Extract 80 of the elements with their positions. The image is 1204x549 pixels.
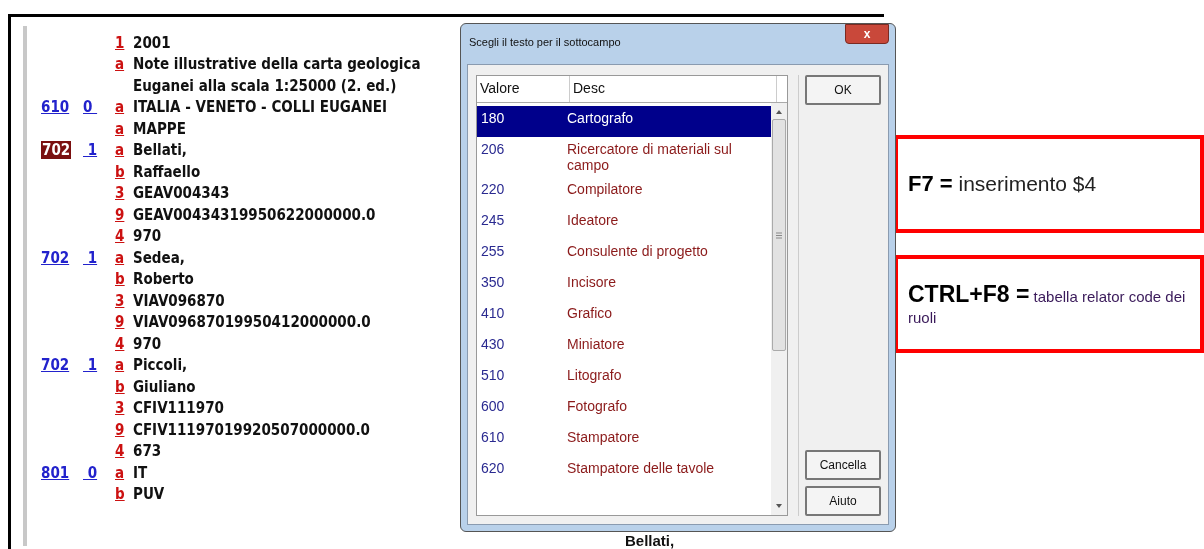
field-text: Note illustrative della carta geologica [133,55,421,74]
field-text: 673 [133,442,162,461]
field-text: Piccoli, [133,356,188,375]
field-text: Euganei alla scala 1:25000 (2. ed.) [133,76,397,95]
list-row[interactable]: 350 Incisore [477,270,771,301]
field-text: IT [133,463,148,482]
scroll-down-icon[interactable] [775,503,783,509]
subfield-code[interactable]: 4 [115,227,125,246]
list-row[interactable]: 180 Cartografo [477,106,771,137]
indicator-link[interactable]: 0 [83,463,98,482]
grip-icon [776,231,782,239]
subfield-code[interactable]: 4 [115,442,125,461]
field-text: Giuliano [133,377,196,396]
field-tag[interactable]: 801 [41,463,70,482]
field-text: VIAV096870 [133,291,225,310]
close-button[interactable]: x [845,24,889,44]
list-row[interactable]: 430 Miniatore [477,332,771,363]
subfield-code[interactable]: 4 [115,334,125,353]
subfield-code[interactable]: 3 [115,399,125,418]
field-tag[interactable]: 702 [41,248,70,267]
field-text: 970 [133,227,162,246]
field-text: 970 [133,334,162,353]
field-text: Sedea, [133,248,185,267]
subfield-code[interactable]: a [115,119,125,138]
subfield-code[interactable]: 3 [115,184,125,203]
field-text: GEAV00434319950622000000.0 [133,205,376,224]
field-text: GEAV004343 [133,184,230,203]
list-row[interactable]: 245 Ideatore [477,208,771,239]
dialog-button[interactable]: OK [805,75,881,105]
field-text: CFIV11197019920507000000.0 [133,420,370,439]
field-text: CFIV111970 [133,399,224,418]
field-text: MAPPE [133,119,186,138]
subfield-code[interactable]: a [115,141,125,160]
list-row[interactable]: 206 Ricercatore di materiali sul campo [477,137,771,177]
list-row[interactable]: 510 Litografo [477,363,771,394]
field-tag[interactable]: 702 [41,141,72,160]
list-row[interactable]: 600 Fotografo [477,394,771,425]
field-text: Bellati, [625,532,675,549]
scrollbar[interactable] [771,103,787,515]
scroll-thumb[interactable] [772,119,786,351]
dialog-button[interactable]: Cancella [805,450,881,480]
dialog-button[interactable]: Aiuto [805,486,881,516]
field-text: Roberto [133,270,194,289]
subfield-code[interactable]: a [115,463,125,482]
indicator-link[interactable]: 1 [83,248,98,267]
list-row[interactable]: 220 Compilatore [477,177,771,208]
indicator-link[interactable]: 0 [83,98,98,117]
scroll-up-icon[interactable] [775,109,783,115]
subfield-code[interactable]: b [115,377,125,396]
subfield-code[interactable]: 9 [115,205,125,224]
indicator-link[interactable]: 1 [83,356,98,375]
field-text: ITALIA - VENETO - COLLI EUGANEI [133,98,387,117]
field-text: Bellati, [133,141,187,160]
list-row[interactable]: 255 Consulente di progetto [477,239,771,270]
field-text: VIAV09687019950412000000.0 [133,313,371,332]
dialog-title: Scegli il testo per il sottocampo [469,36,621,48]
subfield-code[interactable]: a [115,98,125,117]
subfield-code[interactable]: a [115,55,125,74]
subfield-code[interactable]: 9 [115,420,125,439]
subfield-code[interactable]: b [115,485,125,504]
subfield-code[interactable]: 9 [115,313,125,332]
note-text: F7 = inserimento $4 [908,171,1097,197]
subfield-code[interactable]: 3 [115,291,125,310]
list-row[interactable]: 620 Stampatore delle tavole [477,456,771,487]
field-tag[interactable]: 702 [41,356,70,375]
indicator-link[interactable]: 1 [83,141,98,160]
column-header[interactable]: Desc [570,76,777,102]
subfield-code[interactable]: 1 [115,33,125,52]
field-text: 2001 [133,33,171,52]
note-text: CTRL+F8 = tabella relator code dei ruoli [908,281,1187,327]
column-header[interactable]: Valore [477,76,570,102]
subfield-code[interactable]: b [115,162,125,181]
field-text: PUV [133,485,165,504]
subfield-code[interactable]: b [115,270,125,289]
list-row[interactable]: 410 Grafico [477,301,771,332]
field-text: Raffaello [133,162,201,181]
field-tag[interactable]: 610 [41,98,70,117]
subfield-code[interactable]: a [115,248,125,267]
subfield-code[interactable]: a [115,356,125,375]
list-row[interactable]: 610 Stampatore [477,425,771,456]
